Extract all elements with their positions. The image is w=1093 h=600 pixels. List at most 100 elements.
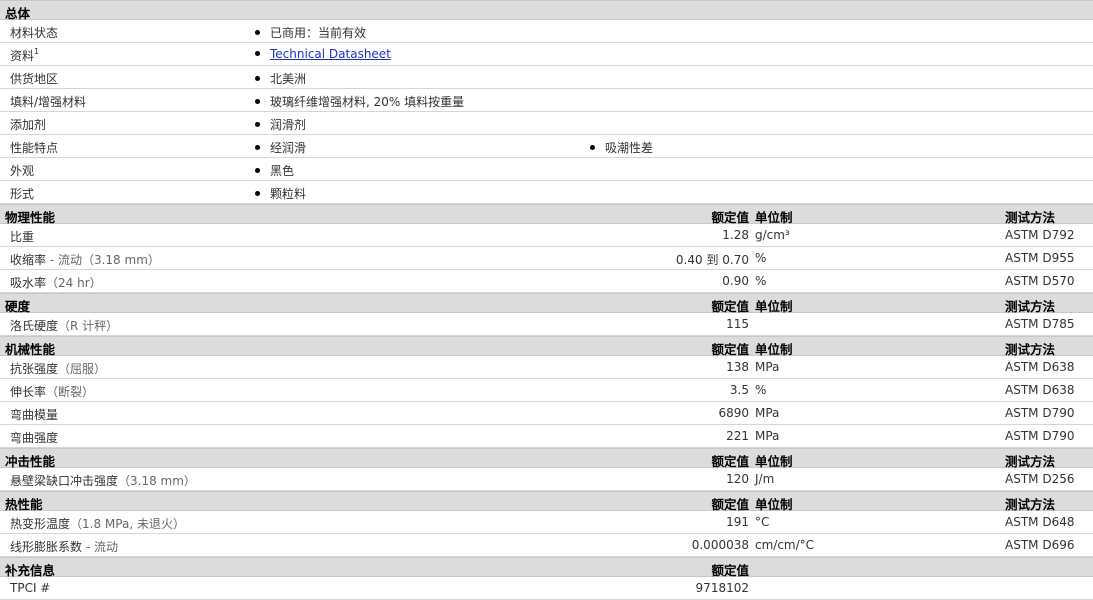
property-value: 颗粒料: [255, 185, 306, 202]
property-row: 悬壁梁缺口冲击强度（3.18 mm） 120 J/m ASTM D256: [0, 468, 1093, 491]
bullet-icon: [255, 99, 260, 104]
general-row: 资料1 Technical Datasheet: [0, 43, 1093, 66]
test-method: ASTM D638: [1005, 383, 1075, 397]
bullet-icon: [255, 30, 260, 35]
unit-value: MPa: [755, 406, 780, 420]
value-text: 已商用：当前有效: [270, 26, 367, 40]
property-condition: - 流动（3.18 mm）: [46, 253, 160, 267]
property-label: TPCI #: [10, 581, 51, 595]
nominal-value: 3.5: [729, 383, 749, 397]
property-label: 材料状态: [10, 26, 59, 40]
property-row: 弯曲模量 6890 MPa ASTM D790: [0, 402, 1093, 425]
bullet-icon: [255, 122, 260, 127]
property-label: 热变形温度（1.8 MPa, 未退火）: [10, 517, 185, 531]
unit-value: °C: [755, 515, 770, 529]
property-label: 供货地区: [10, 72, 59, 86]
bullet-icon: [255, 191, 260, 196]
property-row: 收缩率 - 流动（3.18 mm） 0.40 到 0.70% ASTM D955: [0, 247, 1093, 270]
general-row: 供货地区 北美洲: [0, 66, 1093, 89]
nominal-value: 6890: [718, 406, 749, 420]
unit-value: g/cm³: [755, 228, 790, 242]
nominal-value: 0.40 到 0.70: [675, 253, 749, 267]
test-method: ASTM D696: [1005, 538, 1075, 552]
test-method: ASTM D785: [1005, 317, 1075, 331]
property-row: 吸水率（24 hr） 0.90% ASTM D570: [0, 270, 1093, 293]
property-condition: （断裂）: [46, 385, 95, 399]
general-row: 材料状态 已商用：当前有效: [0, 20, 1093, 43]
property-value: 润滑剂: [255, 116, 306, 133]
property-label: 悬壁梁缺口冲击强度（3.18 mm）: [10, 474, 196, 488]
property-row: 线形膨胀系数 - 流动 0.000038 cm/cm/°C ASTM D696: [0, 534, 1093, 557]
property-label: 弯曲强度: [10, 431, 59, 445]
test-method: ASTM D638: [1005, 360, 1075, 374]
property-condition: （R 计秤）: [58, 319, 119, 333]
section-header: 机械性能 额定值 单位制 测试方法: [0, 336, 1093, 357]
nominal-value: 221: [726, 429, 749, 443]
nominal-value: 191: [726, 515, 749, 529]
test-method: ASTM D790: [1005, 429, 1075, 443]
bullet-icon: [255, 76, 260, 81]
general-row: 添加剂 润滑剂: [0, 112, 1093, 135]
property-value: 经润滑: [255, 139, 306, 156]
section-header: 物理性能 额定值 单位制 测试方法: [0, 204, 1093, 225]
general-row: 外观 黑色: [0, 158, 1093, 181]
value-text: 玻璃纤维增强材料, 20% 填料按重量: [270, 95, 465, 109]
property-row: 洛氏硬度（R 计秤） 115 ASTM D785: [0, 313, 1093, 336]
property-row: 热变形温度（1.8 MPa, 未退火） 191 °C ASTM D648: [0, 511, 1093, 534]
value-text: 润滑剂: [270, 118, 307, 132]
unit-value: %: [755, 251, 767, 265]
property-value: 已商用：当前有效: [255, 24, 366, 41]
property-value: 黑色: [255, 162, 294, 179]
property-row: 比重 1.28 g/cm³ ASTM D792: [0, 224, 1093, 247]
nominal-value: 120: [726, 472, 749, 486]
nominal-value: 0.90: [722, 274, 749, 288]
property-label: 洛氏硬度（R 计秤）: [10, 319, 119, 333]
datasheet-link[interactable]: Technical Datasheet: [270, 47, 391, 61]
general-row: 填料/增强材料 玻璃纤维增强材料, 20% 填料按重量: [0, 89, 1093, 112]
bullet-icon: [255, 51, 260, 56]
property-condition: （1.8 MPa, 未退火）: [70, 517, 185, 531]
unit-value: J/m: [755, 472, 775, 486]
property-label: 伸长率（断裂）: [10, 385, 95, 399]
unit-value: %: [755, 274, 767, 288]
property-label: 抗张强度（屈服）: [10, 362, 107, 376]
value-text: 经润滑: [270, 141, 307, 155]
property-condition: - 流动: [82, 540, 118, 554]
property-condition: （3.18 mm）: [118, 474, 196, 488]
nominal-value: 138: [726, 360, 749, 374]
property-label: 资料1: [10, 47, 40, 63]
test-method: ASTM D570: [1005, 274, 1075, 288]
bullet-icon: [255, 168, 260, 173]
property-value: 北美洲: [255, 70, 306, 87]
property-row: TPCI # 9718102: [0, 577, 1093, 600]
test-method: ASTM D955: [1005, 251, 1075, 265]
section-header: 热性能 额定值 单位制 测试方法: [0, 491, 1093, 512]
nominal-value: 115: [726, 317, 749, 331]
property-label: 性能特点: [10, 141, 59, 155]
value-text: 北美洲: [270, 72, 307, 86]
property-label: 弯曲模量: [10, 408, 59, 422]
value-text: 黑色: [270, 164, 295, 178]
section-header-general: 总体: [0, 0, 1093, 21]
property-value: 玻璃纤维增强材料, 20% 填料按重量: [255, 93, 464, 110]
property-label: 比重: [10, 230, 35, 244]
property-label: 外观: [10, 164, 35, 178]
property-label: 吸水率（24 hr）: [10, 276, 102, 290]
unit-value: cm/cm/°C: [755, 538, 815, 552]
unit-value: MPa: [755, 360, 780, 374]
nominal-value: 0.000038: [691, 538, 749, 552]
unit-value: MPa: [755, 429, 780, 443]
value-text: 颗粒料: [270, 187, 307, 201]
test-method: ASTM D256: [1005, 472, 1075, 486]
property-label: 形式: [10, 187, 35, 201]
nominal-value: 9718102: [695, 581, 749, 595]
value-text: 吸潮性差: [605, 141, 654, 155]
property-label: 收缩率 - 流动（3.18 mm）: [10, 253, 160, 267]
property-label: 线形膨胀系数 - 流动: [10, 540, 118, 554]
property-value: Technical Datasheet: [255, 47, 391, 61]
test-method: ASTM D792: [1005, 228, 1075, 242]
property-row: 伸长率（断裂） 3.5% ASTM D638: [0, 379, 1093, 402]
unit-value: %: [755, 383, 767, 397]
section-header: 硬度 额定值 单位制 测试方法: [0, 293, 1093, 314]
bullet-icon: [255, 145, 260, 150]
